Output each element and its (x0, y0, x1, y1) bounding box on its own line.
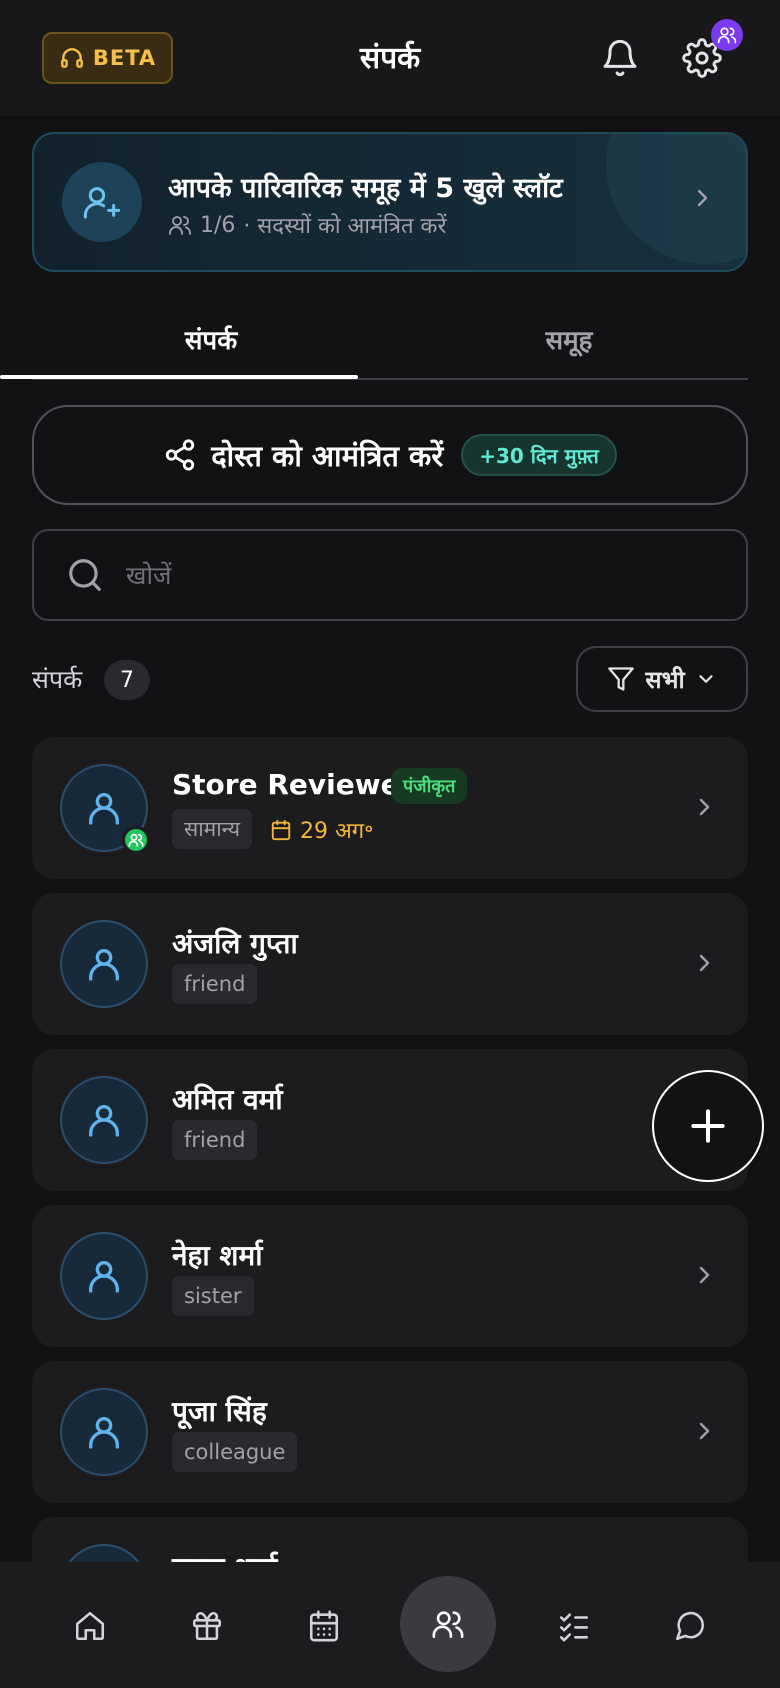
nav-chat[interactable] (662, 1598, 718, 1654)
top-header: BETA संपर्क (0, 0, 780, 116)
filter-label: सभी (645, 665, 685, 694)
users-icon (168, 213, 192, 237)
contact-tag: colleague (172, 1432, 298, 1472)
family-group-banner[interactable]: आपके पारिवारिक समूह में 5 खुले स्लॉट 1/6… (32, 132, 748, 272)
tab-contacts[interactable]: संपर्क (32, 300, 390, 378)
user-icon (60, 1232, 148, 1320)
chevron-right-icon (692, 1419, 716, 1443)
family-member-dot (122, 826, 150, 854)
nav-home[interactable] (62, 1598, 118, 1654)
contact-name: Store Reviewer (172, 768, 414, 801)
active-tab-indicator (0, 375, 358, 379)
chevron-right-icon (690, 186, 714, 210)
add-contact-button[interactable] (652, 1070, 764, 1182)
contact-tag: friend (172, 1120, 258, 1160)
calendar-icon (270, 819, 292, 841)
checklist-icon (557, 1609, 591, 1643)
contacts-section-label: संपर्क (32, 665, 83, 694)
chat-icon (673, 1609, 707, 1643)
date-text: 29 अग॰ (300, 819, 374, 844)
bottom-navigation (0, 1562, 780, 1688)
plus-icon (686, 1104, 730, 1148)
page-title: संपर्क (359, 41, 421, 76)
contact-tag: sister (172, 1276, 254, 1316)
chevron-right-icon (692, 951, 716, 975)
contacts-count-badge: 7 (104, 660, 150, 700)
contact-name: अमित वर्मा (172, 1083, 283, 1116)
contact-name: नेहा शर्मा (172, 1239, 263, 1272)
registered-badge: पंजीकृत (391, 768, 468, 804)
users-icon (717, 25, 737, 45)
add-user-icon (62, 162, 142, 242)
users-icon (431, 1607, 465, 1641)
nav-calendar[interactable] (296, 1598, 352, 1654)
user-icon (60, 1076, 148, 1164)
chevron-right-icon (692, 1263, 716, 1287)
invite-label: दोस्त को आमंत्रित करें (211, 438, 444, 473)
birthday-date: 29 अग॰ (270, 815, 374, 845)
search-input[interactable] (126, 545, 686, 605)
nav-gifts[interactable] (179, 1598, 235, 1654)
family-invite-text: · सदस्यों को आमंत्रित करें (243, 214, 447, 239)
contact-tag: friend (172, 964, 258, 1004)
chevron-down-icon (695, 668, 717, 690)
share-icon (163, 438, 197, 472)
tab-groups[interactable]: समूह (390, 300, 748, 378)
family-banner-subtitle: 1/6 · सदस्यों को आमंत्रित करें (168, 210, 446, 240)
search-icon (66, 556, 104, 594)
filter-icon (607, 665, 635, 693)
chevron-right-icon (692, 795, 716, 819)
home-icon (73, 1609, 107, 1643)
contact-name: अंजलि गुप्ता (172, 927, 298, 960)
free-days-badge: +30 दिन मुफ़्त (461, 434, 617, 476)
user-icon (60, 920, 148, 1008)
user-icon (60, 1388, 148, 1476)
nav-tasks[interactable] (546, 1598, 602, 1654)
tab-bar: संपर्क समूह (32, 300, 748, 380)
decorative-circle (606, 134, 746, 264)
invite-friend-button[interactable]: दोस्त को आमंत्रित करें +30 दिन मुफ़्त (32, 405, 748, 505)
nav-contacts[interactable] (400, 1576, 496, 1672)
family-banner-title: आपके पारिवारिक समूह में 5 खुले स्लॉट (168, 173, 563, 204)
contact-name: पूजा सिंह (172, 1395, 267, 1428)
calendar-icon (307, 1609, 341, 1643)
family-badge[interactable] (711, 19, 743, 51)
family-member-count: 1/6 (200, 212, 236, 238)
gift-icon (190, 1609, 224, 1643)
filter-dropdown[interactable]: सभी (576, 646, 748, 712)
bell-icon[interactable] (600, 38, 640, 78)
contact-tag: सामान्य (172, 809, 253, 849)
search-box (32, 529, 748, 621)
